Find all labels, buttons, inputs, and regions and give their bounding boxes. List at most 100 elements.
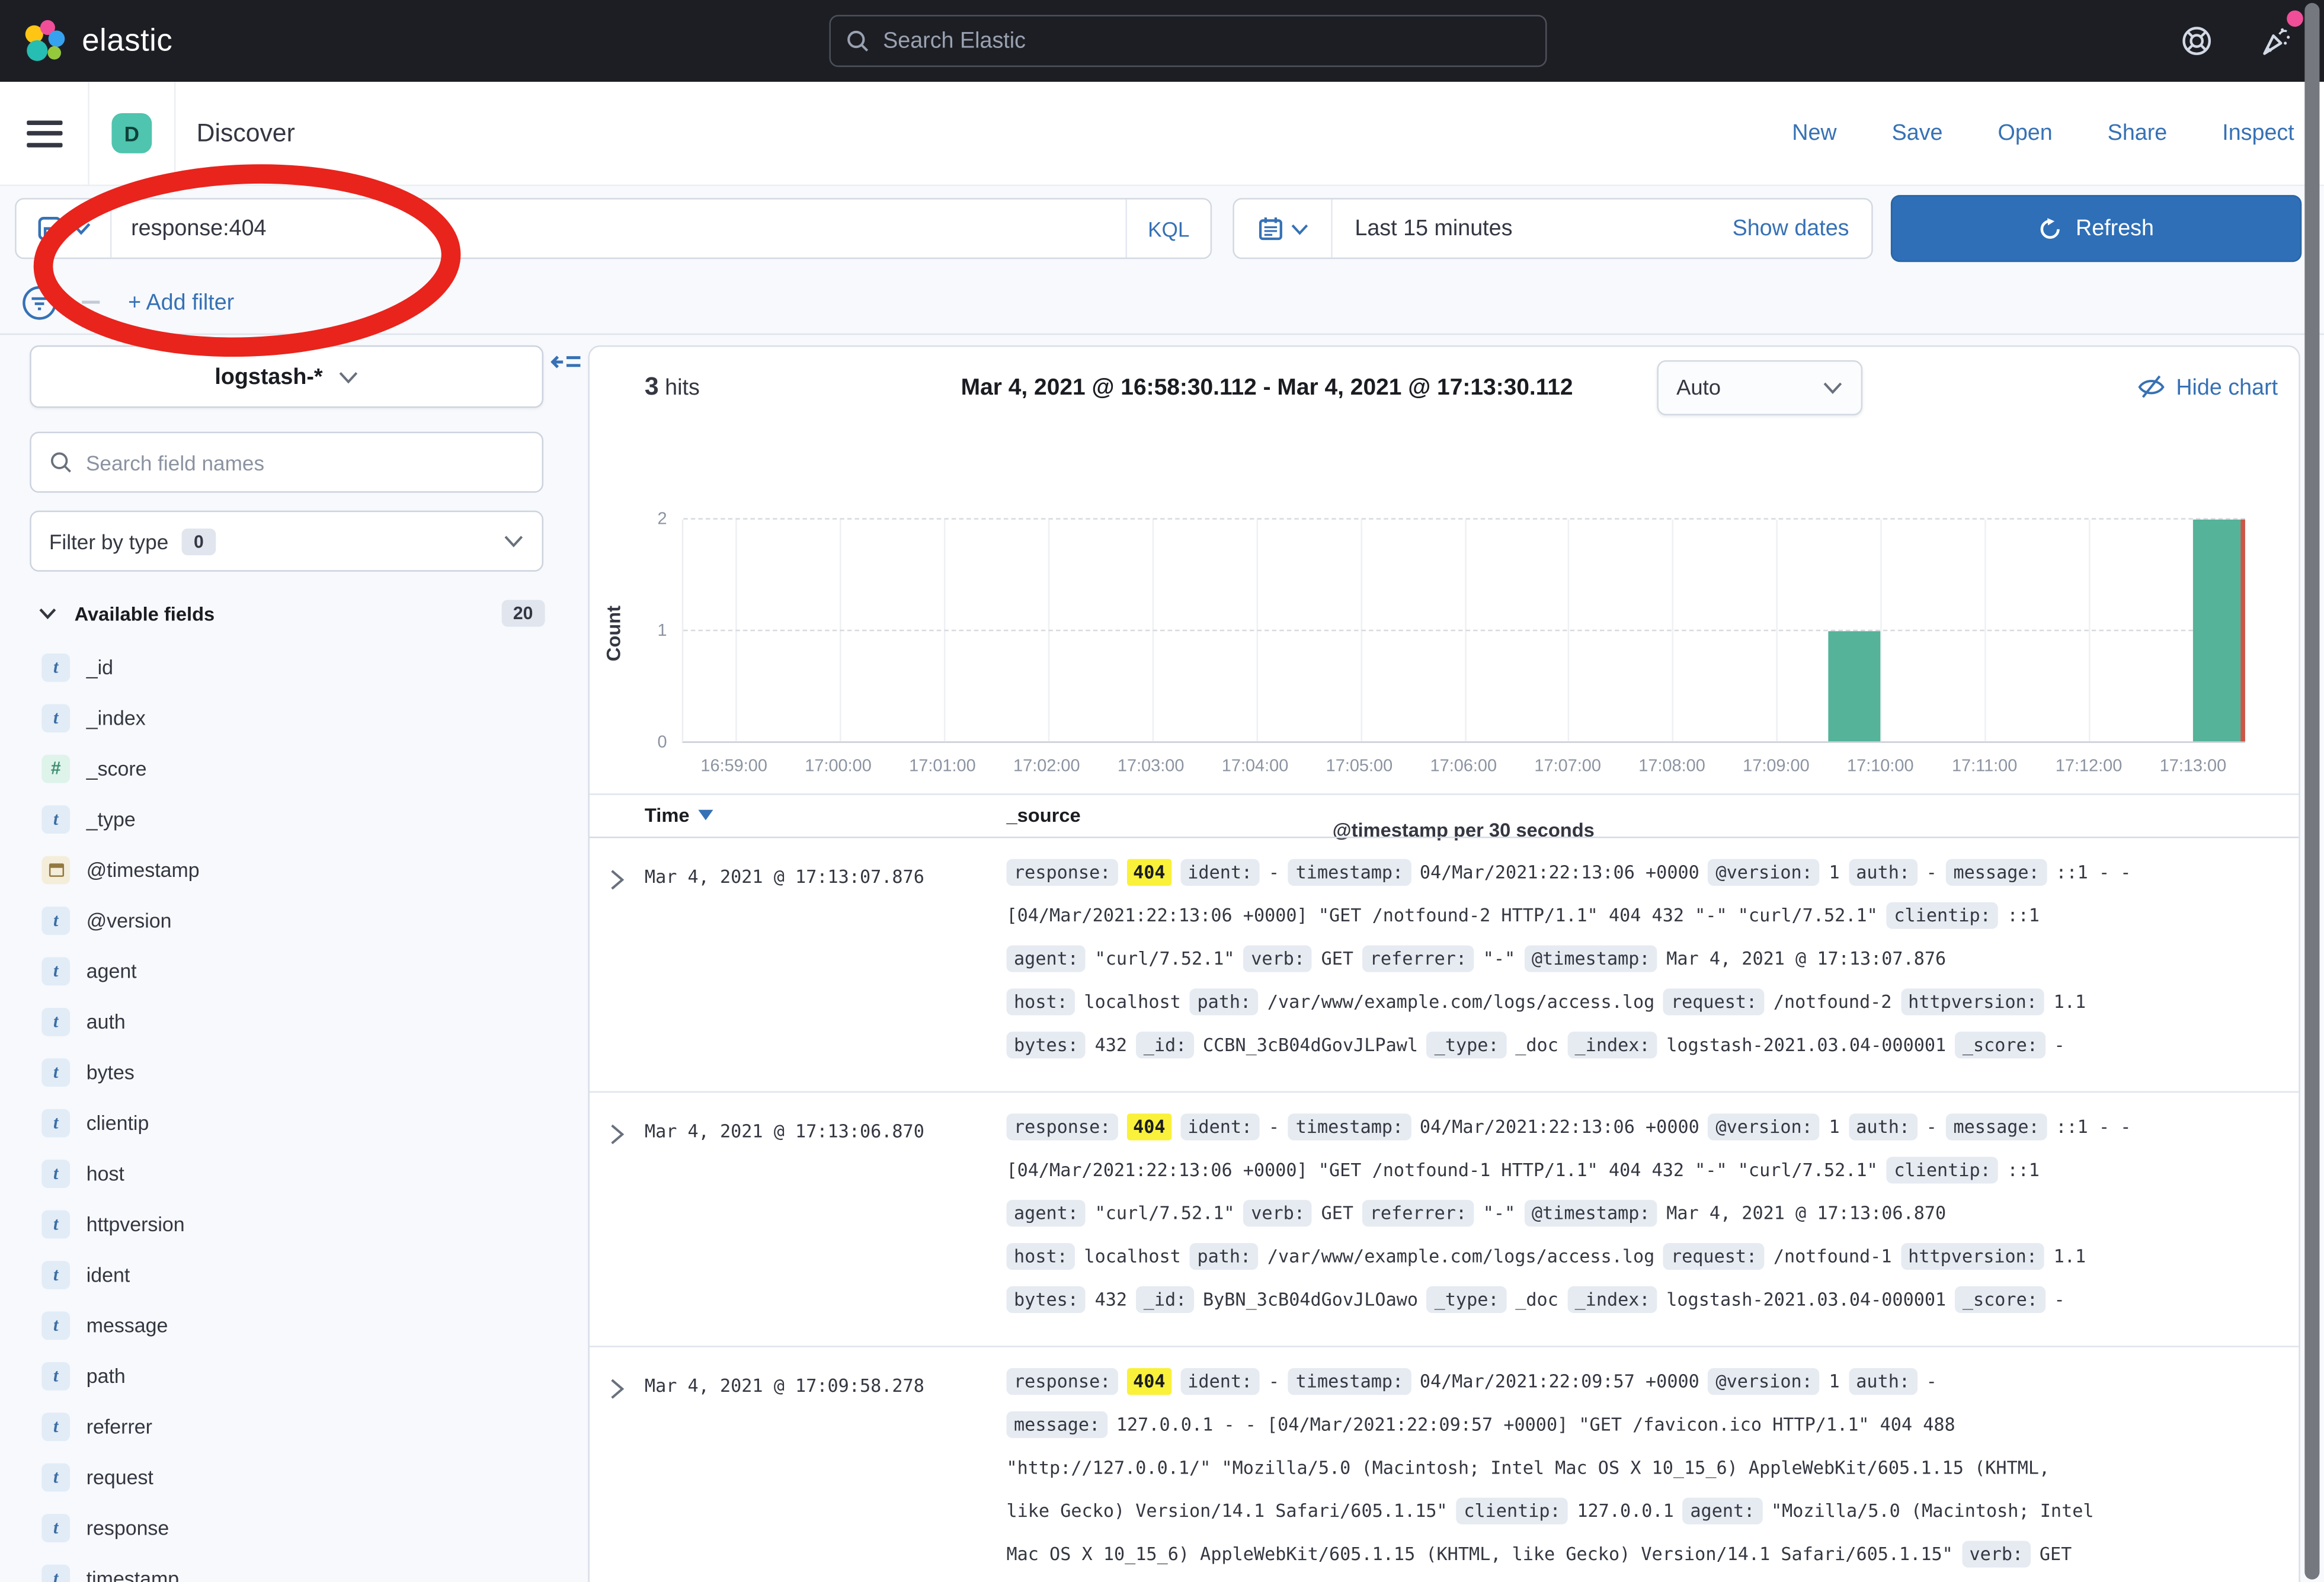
field-item-_score[interactable]: # _score bbox=[0, 743, 588, 793]
field-item-timestamp[interactable]: ttimestamp bbox=[0, 1553, 588, 1582]
field-name: referrer bbox=[87, 1415, 152, 1437]
help-icon[interactable] bbox=[2179, 24, 2214, 58]
filter-by-type-select[interactable]: Filter by type 0 bbox=[30, 511, 543, 572]
field-item-@version[interactable]: t@version bbox=[0, 895, 588, 945]
field-item-host[interactable]: thost bbox=[0, 1148, 588, 1198]
field-pill: agent: bbox=[1683, 1498, 1762, 1525]
index-pattern-selector[interactable]: logstash-* bbox=[30, 345, 543, 408]
date-quick-menu[interactable] bbox=[1234, 200, 1333, 258]
histogram-bar-17:09:30[interactable] bbox=[1829, 630, 1881, 741]
action-share[interactable]: Share bbox=[2108, 121, 2168, 146]
number-field-icon: # bbox=[41, 754, 70, 783]
global-search[interactable] bbox=[829, 15, 1547, 67]
expand-row-icon[interactable] bbox=[606, 1377, 627, 1401]
gridline bbox=[683, 629, 2245, 631]
field-pill: path: bbox=[1190, 1243, 1259, 1270]
kql-query-input[interactable] bbox=[111, 216, 1125, 241]
field-search-input[interactable] bbox=[86, 450, 524, 474]
field-name: ident bbox=[87, 1263, 130, 1286]
source-text: ::1 - - bbox=[2056, 1116, 2131, 1137]
field-search-box[interactable] bbox=[30, 432, 543, 493]
source-text: Mar 4, 2021 @ 17:13:06.870 bbox=[1666, 1203, 1946, 1224]
field-item-message[interactable]: tmessage bbox=[0, 1299, 588, 1350]
page-title: Discover bbox=[197, 119, 295, 148]
query-input-box[interactable]: KQL bbox=[15, 198, 1212, 259]
vertical-scrollbar[interactable] bbox=[2304, 3, 2319, 1580]
field-item-request[interactable]: trequest bbox=[0, 1452, 588, 1502]
source-text: _doc bbox=[1515, 1035, 1558, 1055]
interval-select[interactable]: Auto bbox=[1657, 360, 1862, 415]
menu-icon[interactable] bbox=[27, 120, 62, 146]
app-badge[interactable]: D bbox=[111, 113, 152, 153]
field-item-agent[interactable]: tagent bbox=[0, 945, 588, 995]
refresh-button[interactable]: Refresh bbox=[1891, 195, 2301, 262]
chart-plot-area[interactable] bbox=[682, 520, 2245, 743]
y-axis-ticks: 012 bbox=[631, 520, 667, 743]
filter-icon[interactable] bbox=[21, 284, 58, 321]
field-item-ident[interactable]: tident bbox=[0, 1249, 588, 1299]
field-item-httpversion[interactable]: thttpversion bbox=[0, 1199, 588, 1249]
source-text: 1 bbox=[1829, 1116, 1839, 1137]
filter-by-type-count: 0 bbox=[182, 528, 216, 555]
expand-row-icon[interactable] bbox=[606, 868, 627, 892]
source-text: 04/Mar/2021:22:13:06 +0000 bbox=[1420, 862, 1699, 883]
field-item-@timestamp[interactable]: @timestamp bbox=[0, 844, 588, 895]
interval-value: Auto bbox=[1676, 376, 1721, 399]
highlighted-match: 404 bbox=[1127, 1113, 1171, 1140]
field-item-_index[interactable]: t_index bbox=[0, 692, 588, 742]
field-pill: verb: bbox=[1962, 1541, 2031, 1567]
show-dates-button[interactable]: Show dates bbox=[1733, 216, 1872, 241]
y-tick-label: 0 bbox=[658, 734, 667, 752]
source-text: /notfound-2 bbox=[1774, 991, 1892, 1012]
divider bbox=[88, 81, 89, 185]
brand-name: elastic bbox=[82, 23, 172, 59]
field-item-referrer[interactable]: treferrer bbox=[0, 1401, 588, 1451]
action-save[interactable]: Save bbox=[1892, 121, 1943, 146]
histogram-bar-17:13:00[interactable] bbox=[2193, 520, 2245, 741]
field-item-_id[interactable]: t_id bbox=[0, 642, 588, 692]
query-language-button[interactable]: KQL bbox=[1125, 200, 1210, 258]
field-name: _score bbox=[87, 757, 147, 780]
row-timestamp: Mar 4, 2021 @ 17:09:58.278 bbox=[645, 1376, 924, 1397]
source-text: ByBN_3cB04dGovJLOawo bbox=[1203, 1289, 1418, 1310]
action-inspect[interactable]: Inspect bbox=[2222, 121, 2294, 146]
time-column-header[interactable]: Time bbox=[645, 804, 713, 827]
search-icon bbox=[49, 450, 72, 475]
x-tick-label: 17:09:00 bbox=[1743, 758, 1809, 776]
available-fields-toggle[interactable]: Available fields 20 bbox=[39, 595, 545, 631]
elastic-logo[interactable]: elastic bbox=[0, 17, 172, 65]
time-range-button[interactable]: Last 15 minutes bbox=[1333, 216, 1733, 241]
search-icon bbox=[846, 28, 869, 54]
refresh-icon bbox=[2038, 217, 2062, 241]
action-open[interactable]: Open bbox=[1998, 121, 2053, 146]
chevron-down-icon bbox=[1822, 381, 1843, 395]
field-pill: _type: bbox=[1427, 1032, 1506, 1058]
x-tick-label: 17:08:00 bbox=[1638, 758, 1705, 776]
field-item-response[interactable]: tresponse bbox=[0, 1502, 588, 1552]
field-name: @version bbox=[87, 909, 172, 931]
elastic-logo-icon bbox=[21, 17, 68, 65]
field-item-path[interactable]: tpath bbox=[0, 1350, 588, 1401]
source-text: "http://127.0.0.1/" "Mozilla/5.0 (Macint… bbox=[1006, 1458, 2050, 1478]
field-item-clientip[interactable]: tclientip bbox=[0, 1097, 588, 1148]
collapse-sidebar-icon[interactable] bbox=[551, 350, 582, 381]
field-item-auth[interactable]: tauth bbox=[0, 996, 588, 1046]
action-new[interactable]: New bbox=[1792, 121, 1836, 146]
text-field-icon: t bbox=[41, 1109, 70, 1137]
global-search-input[interactable] bbox=[883, 28, 1531, 54]
notification-dot bbox=[2287, 11, 2303, 27]
field-item-_type[interactable]: t_type bbox=[0, 793, 588, 844]
source-text: 1.1 bbox=[2054, 991, 2086, 1012]
saved-query-menu[interactable] bbox=[17, 200, 112, 258]
field-pill: timestamp: bbox=[1288, 859, 1411, 886]
expand-row-icon[interactable] bbox=[606, 1122, 627, 1146]
source-text: 127.0.0.1 bbox=[1577, 1501, 1673, 1522]
field-item-bytes[interactable]: tbytes bbox=[0, 1046, 588, 1097]
field-pill: _index: bbox=[1567, 1032, 1657, 1058]
field-pill: httpversion: bbox=[1901, 988, 2045, 1015]
source-text: like Gecko) Version/14.1 Safari/605.1.15… bbox=[1006, 1501, 1447, 1522]
news-feed-icon[interactable] bbox=[2258, 23, 2294, 59]
hide-chart-button[interactable]: Hide chart bbox=[2137, 374, 2278, 401]
hits-count: 3 hits bbox=[645, 372, 700, 402]
add-filter-button[interactable]: + Add filter bbox=[128, 290, 234, 315]
